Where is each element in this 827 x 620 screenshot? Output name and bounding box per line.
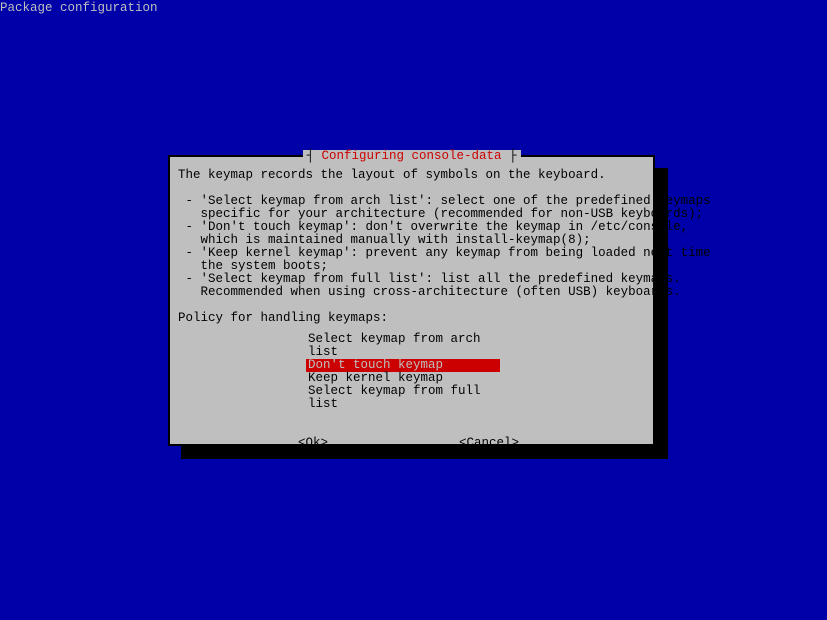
dialog-buttons: <Ok> <Cancel> xyxy=(170,437,653,450)
keymap-options-list: Select keymap from arch list Don't touch… xyxy=(306,333,653,411)
dialog-title: Configuring console-data xyxy=(302,150,520,163)
cancel-button[interactable]: <Cancel> xyxy=(459,437,519,450)
dialog-description: The keymap records the layout of symbols… xyxy=(170,157,653,333)
option-select-full-list[interactable]: Select keymap from full list xyxy=(306,385,500,411)
option-select-arch-list[interactable]: Select keymap from arch list xyxy=(306,333,500,359)
header-title: Package configuration xyxy=(0,0,827,15)
config-dialog: Configuring console-data The keymap reco… xyxy=(168,155,655,446)
ok-button[interactable]: <Ok> xyxy=(298,437,328,450)
dialog-wrapper: Configuring console-data The keymap reco… xyxy=(168,155,655,446)
